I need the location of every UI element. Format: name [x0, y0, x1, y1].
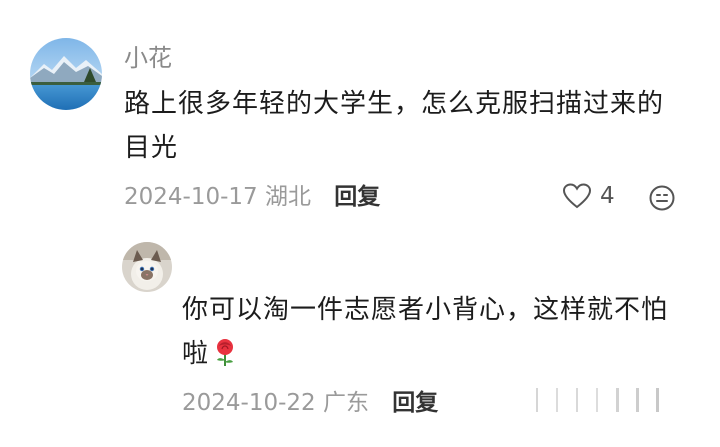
comment-meta: 2024-10-17 湖北 回复 — [124, 186, 380, 209]
like-count: 4 — [600, 182, 615, 209]
landscape-avatar-image — [30, 38, 102, 110]
reply-item: 你可以淘一件志愿者小背心，这样就不怕 啦 2024-10-22 广东 回复 — [0, 230, 720, 447]
emoji-reaction-button[interactable] — [648, 184, 676, 212]
username[interactable]: 小花 — [124, 46, 172, 70]
reply-location: 广东 — [322, 390, 369, 416]
reply-text-line: 啦 — [182, 339, 210, 369]
comment-text-line: 目光 — [124, 133, 179, 163]
reply-date: 2024-10-22 — [182, 390, 316, 416]
comment-location: 湖北 — [264, 184, 311, 210]
comment-text-line: 路上很多年轻的大学生，怎么克服扫描过来的 — [124, 89, 665, 119]
comment-text: 路上很多年轻的大学生，怎么克服扫描过来的 目光 — [124, 82, 704, 170]
reply-button[interactable]: 回复 — [392, 390, 438, 416]
heart-icon — [562, 183, 592, 209]
reply-text-line: 你可以淘一件志愿者小背心，这样就不怕 — [182, 295, 669, 325]
scroll-fade-indicator — [536, 386, 676, 414]
avatar[interactable] — [30, 38, 102, 110]
reply-text-line-2: 啦 — [182, 332, 702, 382]
reply-text: 你可以淘一件志愿者小背心，这样就不怕 啦 — [182, 288, 702, 382]
avatar[interactable] — [122, 242, 172, 292]
cat-avatar-image — [122, 242, 172, 292]
rose-emoji-icon — [213, 338, 237, 382]
comment-item: 小花 路上很多年轻的大学生，怎么克服扫描过来的 目光 2024-10-17 湖北… — [0, 0, 720, 230]
comment-date: 2024-10-17 — [124, 184, 258, 210]
like-button[interactable]: 4 — [562, 182, 615, 210]
reply-meta: 2024-10-22 广东 回复 — [182, 392, 438, 415]
reply-button[interactable]: 回复 — [334, 184, 380, 210]
emoji-face-icon — [649, 185, 675, 211]
